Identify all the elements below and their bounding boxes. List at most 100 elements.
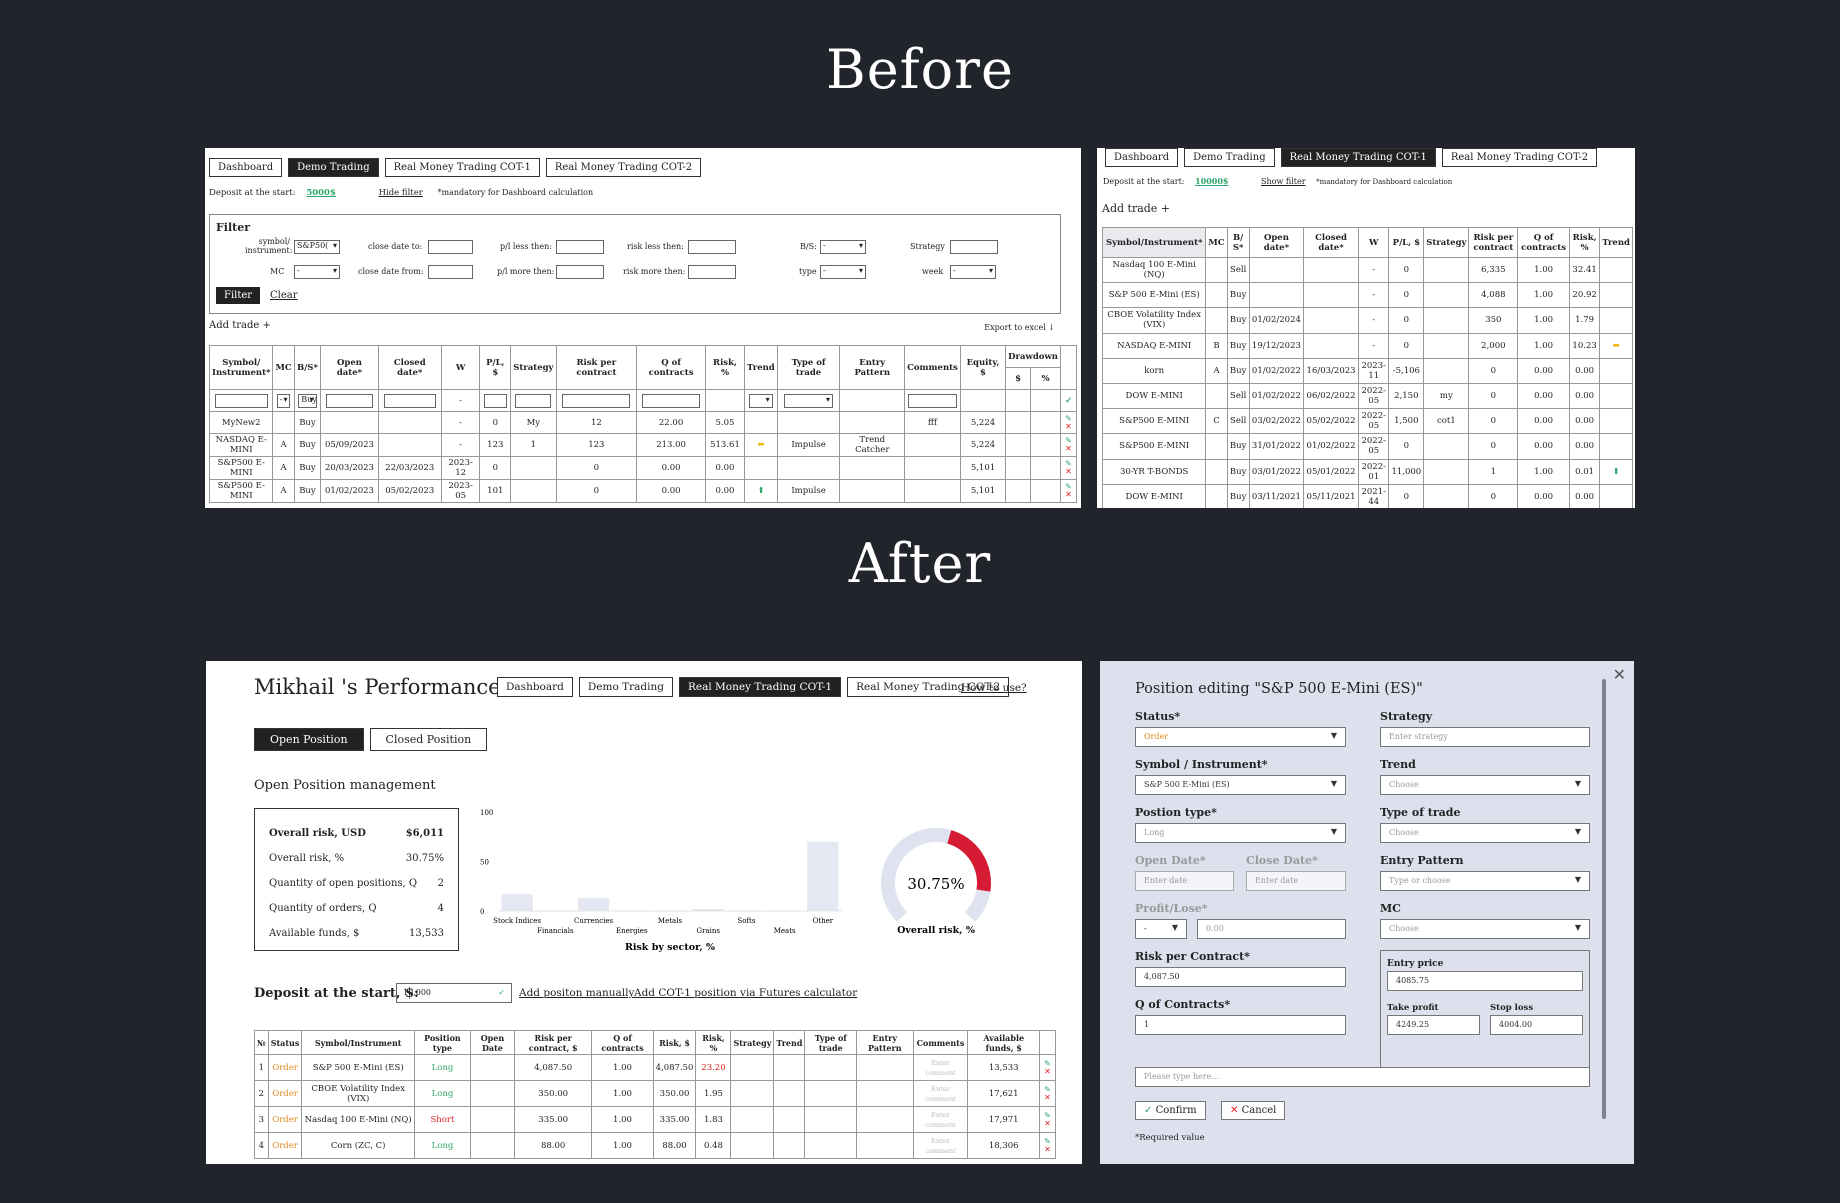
strategy-input[interactable]: Enter strategy (1380, 727, 1590, 747)
new-trade-input[interactable] (383, 393, 436, 408)
save-check-icon[interactable]: ✓ (1065, 396, 1072, 406)
cancel-button[interactable]: ✕ Cancel (1221, 1101, 1286, 1120)
entry-pattern-select[interactable]: Type or choose ▼ (1380, 871, 1590, 891)
cell-status: Order (267, 1132, 303, 1159)
new-trade-input[interactable] (642, 393, 700, 408)
tab-demo-trading[interactable]: Demo Trading (1184, 148, 1275, 167)
entry-price-input[interactable]: 4085.75 (1387, 971, 1583, 991)
new-trade-input[interactable] (325, 393, 374, 408)
deposit-label: Deposit at the start: (209, 188, 296, 198)
column-header: P/L, $ (1388, 227, 1425, 258)
new-trade-select[interactable]: Buy (298, 393, 317, 408)
tab-demo-trading[interactable]: Demo Trading (288, 158, 379, 177)
subtab-closed-position[interactable]: Closed Position (369, 728, 488, 751)
new-trade-input[interactable] (515, 393, 552, 408)
type-of-trade-select[interactable]: Choose ▼ (1380, 823, 1590, 843)
profit-lose-sign-select[interactable]: - ▼ (1135, 919, 1187, 939)
tab-demo-trading[interactable]: Demo Trading (578, 677, 673, 697)
tab-dashboard[interactable]: Dashboard (497, 677, 573, 697)
pl-less-input[interactable] (556, 240, 604, 254)
risk-more-input[interactable] (688, 265, 736, 279)
cell-rpc: 0 (555, 479, 638, 503)
pl-more-input[interactable] (556, 265, 604, 279)
pl-less-label: p/l less then: (500, 242, 552, 251)
strategy-filter-input[interactable] (950, 240, 998, 254)
tab-real-money-trading-cot-2[interactable]: Real Money Trading COT-2 (545, 158, 702, 177)
show-filter-link[interactable]: Show filter (1261, 177, 1306, 186)
delete-icon[interactable]: ✕ (1042, 1119, 1053, 1128)
modal-scrollbar[interactable] (1602, 679, 1606, 1119)
new-trade-input[interactable] (214, 393, 268, 408)
symbol-select[interactable]: S&P 500 E-Mini (ES) ▼ (1135, 775, 1346, 795)
after-performance-panel: Mikhail 's Performance Dashboard Demo Tra… (206, 661, 1082, 1164)
comment-input[interactable]: Enter comment (925, 1111, 956, 1129)
risk-less-input[interactable] (688, 240, 736, 254)
take-profit-input[interactable]: 4249.25 (1387, 1015, 1480, 1035)
input-cell (1030, 389, 1061, 412)
delete-icon[interactable]: ✕ (1063, 491, 1074, 499)
close-date-to-input[interactable] (428, 240, 473, 254)
mc-select[interactable]: Choose ▼ (1380, 919, 1590, 939)
deposit-value[interactable]: 5000$ (306, 188, 336, 198)
close-date-input[interactable]: Enter date (1246, 871, 1346, 891)
add-trade-link[interactable]: Add trade + (209, 320, 271, 331)
add-trade-link[interactable]: Add trade + (1102, 202, 1170, 215)
delete-icon[interactable]: ✕ (1063, 445, 1074, 453)
tab-real-money-trading-cot-1[interactable]: Real Money Trading COT-1 (678, 677, 842, 697)
deposit-value[interactable]: 10000$ (1195, 176, 1228, 186)
tab-dashboard[interactable]: Dashboard (209, 158, 283, 177)
bs-filter-select[interactable]: - (820, 240, 866, 254)
comment-input[interactable]: Enter comment (925, 1059, 956, 1077)
q-contracts-input[interactable]: 1 (1135, 1015, 1346, 1035)
comment-input[interactable] (908, 393, 957, 408)
delete-icon[interactable]: ✕ (1042, 1093, 1053, 1102)
position-type-select[interactable]: Long ▼ (1135, 823, 1346, 843)
new-trade-input[interactable] (562, 393, 631, 408)
new-trade-select[interactable] (749, 393, 773, 408)
tab-real-money-trading-cot-1[interactable]: Real Money Trading COT-1 (384, 158, 540, 177)
cell-type: Long (413, 1080, 471, 1107)
how-to-use-link[interactable]: How to use? (961, 682, 1027, 694)
row-actions: ✎ ✕ (1060, 456, 1077, 480)
trend-select[interactable]: Choose ▼ (1380, 775, 1590, 795)
week-filter-select[interactable]: - (950, 265, 996, 279)
new-trade-input[interactable] (483, 393, 507, 408)
cell-status: Order (267, 1106, 303, 1133)
export-excel-link[interactable]: Export to excel ↓ (984, 323, 1055, 332)
open-date-input[interactable]: Enter date (1135, 871, 1234, 891)
tab-dashboard[interactable]: Dashboard (1105, 148, 1179, 167)
close-icon[interactable]: ✕ (1613, 665, 1626, 684)
confirm-button[interactable]: ✓ Confirm (1135, 1101, 1206, 1120)
delete-icon[interactable]: ✕ (1063, 422, 1074, 431)
filter-button[interactable]: Filter (216, 287, 261, 304)
add-position-manually-link[interactable]: Add positon manually (519, 987, 634, 999)
stop-loss-input[interactable]: 4004.00 (1490, 1015, 1583, 1035)
table-cell: 19/12/2023 (1248, 332, 1305, 359)
comment-input[interactable]: Enter comment (925, 1137, 956, 1155)
table-cell: 1.79 (1568, 307, 1601, 334)
delete-icon[interactable]: ✕ (1063, 468, 1074, 476)
clear-filter-link[interactable]: Clear (270, 290, 298, 301)
table-row: korn A Buy 01/02/2022 16/03/2023 2023-11 -5,10… (1101, 357, 1633, 384)
subtab-open-position[interactable]: Open Position (254, 728, 364, 751)
close-date-from-input[interactable] (428, 265, 473, 279)
profit-lose-input[interactable]: 0.00 (1197, 919, 1346, 939)
note-textarea[interactable]: Please type here... (1135, 1067, 1590, 1087)
deposit-input[interactable]: 10,000 ✓ (396, 983, 512, 1003)
add-cot-position-link[interactable]: Add COT-1 position via Futures calculato… (634, 987, 857, 999)
tab-real-money-trading-cot-2[interactable]: Real Money Trading COT-2 (1441, 148, 1598, 167)
mc-filter-select[interactable]: - (294, 265, 340, 279)
tab-real-money-trading-cot-1[interactable]: Real Money Trading COT-1 (1280, 148, 1436, 167)
delete-icon[interactable]: ✕ (1042, 1145, 1053, 1154)
comment-input[interactable]: Enter comment (925, 1085, 956, 1103)
status-select[interactable]: Order ▼ (1135, 727, 1346, 747)
new-trade-select[interactable]: - (276, 393, 291, 408)
delete-icon[interactable]: ✕ (1042, 1067, 1053, 1076)
hide-filter-link[interactable]: Hide filter (379, 188, 423, 198)
bar-currencies (577, 898, 610, 911)
new-trade-select[interactable] (784, 393, 834, 408)
column-header: Risk, % (704, 345, 746, 390)
risk-per-contract-input[interactable]: 4,087.50 (1135, 967, 1346, 987)
type-filter-select[interactable]: - (820, 265, 866, 279)
symbol-filter-select[interactable]: S&P50( (294, 240, 340, 254)
